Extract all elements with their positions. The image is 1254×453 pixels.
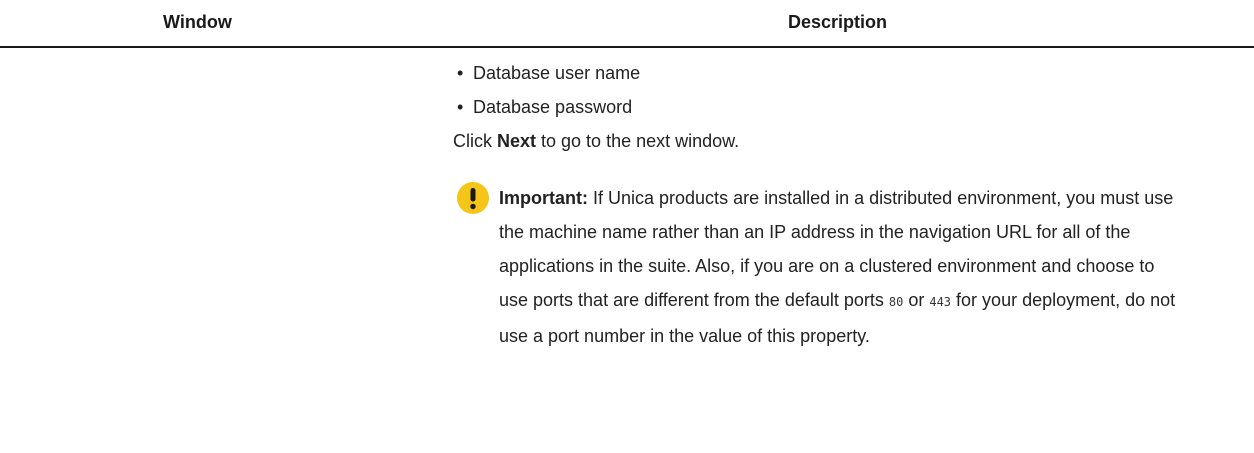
note-label: Important:: [499, 188, 588, 208]
bullet-icon: •: [457, 97, 464, 117]
note-text: Important: If Unica products are install…: [499, 188, 1176, 346]
exclamation-icon: [457, 182, 489, 214]
next-instruction: Click Next to go to the next window.: [453, 131, 740, 151]
list-item: • Database password: [455, 90, 1243, 124]
next-keyword: Next: [497, 131, 537, 151]
table-header-window: Window: [163, 12, 232, 32]
port-80: 80: [888, 295, 904, 309]
header-divider: [0, 46, 1254, 48]
description-cell: • Database user name • Database password C…: [453, 56, 1243, 353]
table-header-description: Description: [788, 12, 888, 32]
credential-list: • Database user name • Database password: [453, 56, 1243, 124]
bullet-icon: •: [457, 63, 464, 83]
exclamation-icon-bar: [470, 188, 476, 202]
important-note: Important: If Unica products are install…: [453, 181, 1179, 353]
list-item: • Database user name: [455, 56, 1243, 90]
exclamation-icon-dot: [470, 203, 476, 210]
port-443: 443: [929, 295, 952, 309]
